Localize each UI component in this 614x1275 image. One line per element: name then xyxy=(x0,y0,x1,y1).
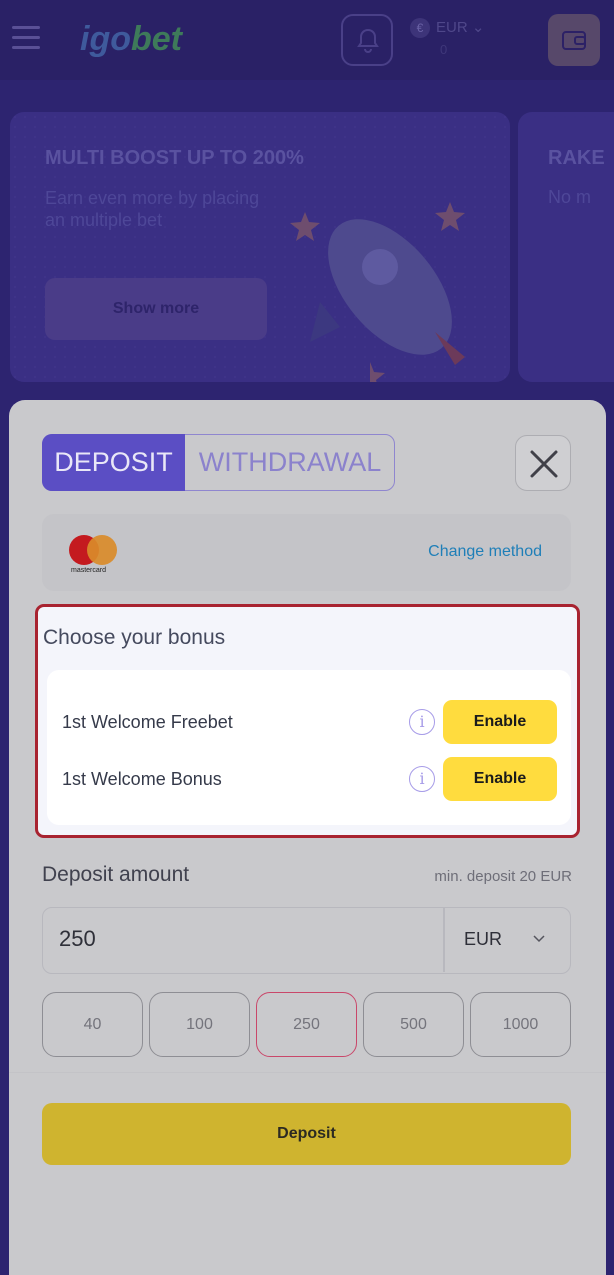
promo-banner: MULTI BOOST UP TO 200% Earn even more by… xyxy=(10,112,510,382)
bonus-list: 1st Welcome Freebet i Enable 1st Welcome… xyxy=(47,670,571,825)
preset-1000[interactable]: 1000 xyxy=(470,992,571,1057)
info-icon[interactable]: i xyxy=(409,766,435,792)
menu-icon[interactable] xyxy=(12,26,40,50)
amount-field: EUR xyxy=(42,907,571,974)
balance-value: 0 xyxy=(440,42,448,57)
wallet-button[interactable] xyxy=(548,14,600,66)
payment-tabs: DEPOSIT WITHDRAWAL xyxy=(42,434,395,491)
preset-250[interactable]: 250 xyxy=(256,992,357,1057)
logo[interactable]: igobet xyxy=(80,20,182,59)
promo-next-title: RAKE xyxy=(548,147,605,169)
mastercard-icon: mastercard xyxy=(69,533,119,574)
tab-deposit[interactable]: DEPOSIT xyxy=(42,434,185,491)
currency-select[interactable]: EUR xyxy=(464,929,502,950)
currency-selector[interactable]: € EUR ⌄ 0 xyxy=(410,18,484,57)
divider xyxy=(443,908,445,972)
deposit-amount-label: Deposit amount xyxy=(42,863,190,886)
payment-method: mastercard Change method xyxy=(42,514,571,591)
promo-banner-next: RAKE No m xyxy=(518,112,614,382)
info-icon[interactable]: i xyxy=(409,709,435,735)
enable-bonus-button[interactable]: Enable xyxy=(443,757,557,801)
min-deposit-text: min. deposit 20 EUR xyxy=(434,868,572,885)
bonus-name: 1st Welcome Freebet xyxy=(62,712,233,732)
close-button[interactable] xyxy=(515,435,571,491)
wallet-icon xyxy=(562,31,586,50)
deposit-button[interactable]: Deposit xyxy=(42,1103,571,1165)
amount-presets: 40 100 250 500 1000 xyxy=(42,992,571,1057)
currency-label: EUR xyxy=(436,19,468,36)
bonus-section: Choose your bonus 1st Welcome Freebet i … xyxy=(35,604,580,838)
rocket-illustration xyxy=(290,202,465,382)
preset-100[interactable]: 100 xyxy=(149,992,250,1057)
bell-icon xyxy=(357,28,379,53)
promo-next-subtitle: No m xyxy=(548,187,592,207)
change-method-link[interactable]: Change method xyxy=(428,543,542,561)
chevron-down-icon[interactable] xyxy=(532,934,546,944)
mastercard-label: mastercard xyxy=(71,567,107,574)
bonus-item: 1st Welcome Freebet i Enable xyxy=(47,700,571,744)
tab-withdrawal[interactable]: WITHDRAWAL xyxy=(185,434,395,491)
amount-input[interactable] xyxy=(59,926,419,952)
promo-subtitle: Earn even more by placing an multiple be… xyxy=(45,188,260,230)
enable-freebet-button[interactable]: Enable xyxy=(443,700,557,744)
show-more-button[interactable]: Show more xyxy=(45,278,267,340)
divider xyxy=(9,1072,606,1073)
preset-40[interactable]: 40 xyxy=(42,992,143,1057)
app-header: igobet € EUR ⌄ 0 xyxy=(0,0,614,80)
euro-icon: € xyxy=(410,18,430,39)
bonus-title: Choose your bonus xyxy=(43,626,226,649)
notifications-button[interactable] xyxy=(341,14,393,66)
bonus-name: 1st Welcome Bonus xyxy=(62,769,222,789)
promo-title: MULTI BOOST UP TO 200% xyxy=(45,147,304,169)
preset-500[interactable]: 500 xyxy=(363,992,464,1057)
close-icon xyxy=(530,450,558,478)
bonus-item: 1st Welcome Bonus i Enable xyxy=(47,757,571,801)
